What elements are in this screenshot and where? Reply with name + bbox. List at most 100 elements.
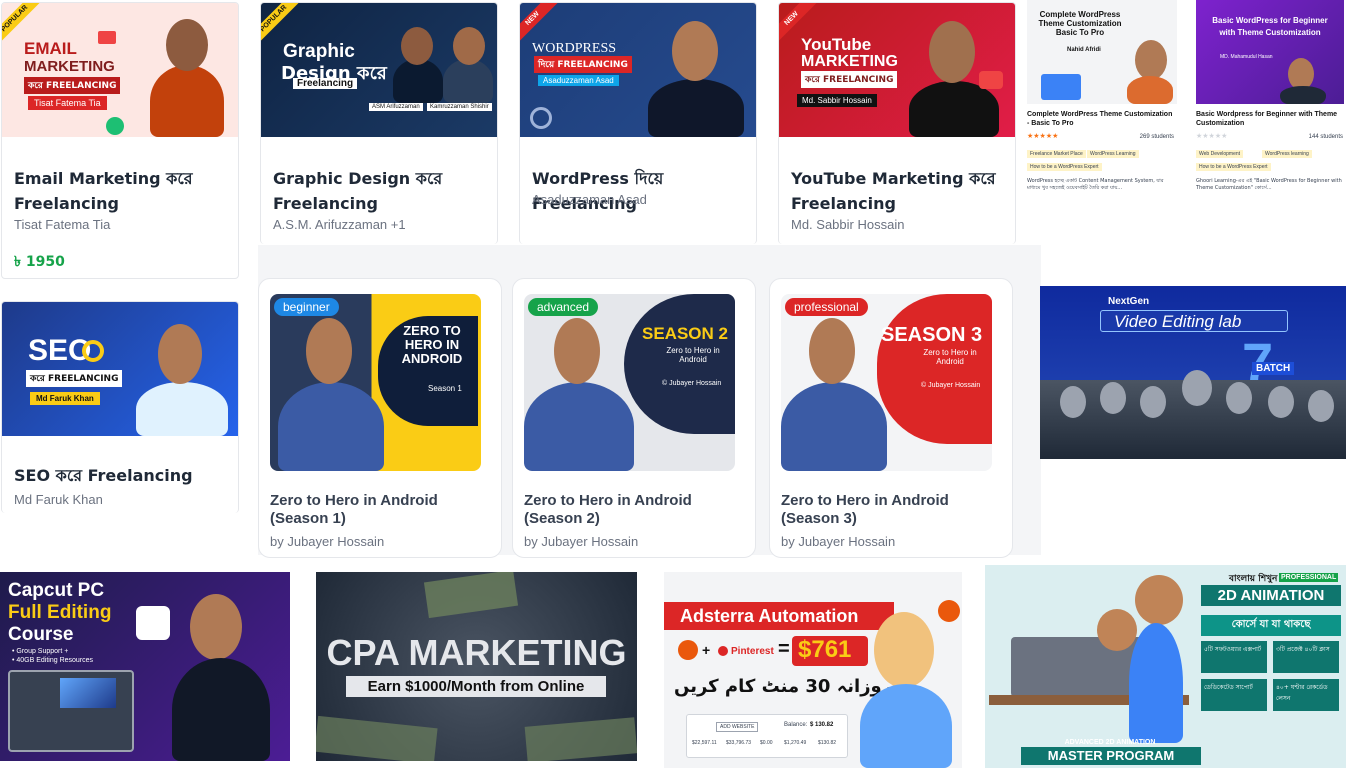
course-title[interactable]: WordPress দিয়ে Freelancing (532, 166, 746, 216)
course-title[interactable]: Email Marketing করে Freelancing (14, 166, 228, 216)
instructor-photo (1060, 386, 1086, 418)
wordpress-icon (530, 107, 552, 129)
banner-title: CPA MARKETING (326, 632, 627, 673)
top-label: বাংলায় শিখুন (1229, 574, 1278, 584)
instructor-photo (150, 65, 224, 137)
video-editing-lab-banner[interactable]: NextGen Video Editing lab 7 BATCH (1040, 286, 1346, 459)
course-card-android-season-1[interactable]: beginner ZERO TO HERO IN ANDROID Season … (258, 278, 502, 558)
season-sub: Zero to Hero in Android (923, 348, 977, 366)
course-author: Md. Sabbir Hossain (791, 217, 905, 232)
adsterra-logo-icon (678, 640, 698, 660)
course-author: A.S.M. Arifuzzaman +1 (273, 217, 406, 232)
instructor-photo (1280, 86, 1326, 104)
course-card-email-marketing[interactable]: POPULAR EMAIL MARKETING করে FREELANCING … (1, 2, 239, 279)
course-title[interactable]: Graphic Design করে Freelancing (273, 166, 487, 216)
instructor-photo (809, 318, 855, 384)
course-tag[interactable]: How to be a WordPress Expert (1027, 163, 1102, 171)
thumb-name: Nahid Afridi (1067, 47, 1101, 53)
stat-value: $33,796.73 (726, 740, 752, 746)
instructor-photo (672, 21, 718, 81)
course-author: Md Faruk Khan (14, 492, 103, 507)
thumb-title: Complete WordPress Theme Customization B… (1038, 10, 1122, 37)
course-title[interactable]: Zero to Hero in Android (Season 3) (781, 492, 1001, 528)
person-photo (860, 684, 952, 768)
course-title[interactable]: YouTube Marketing করে Freelancing (791, 166, 1005, 216)
course-tag[interactable]: Freelance Market Place (1027, 150, 1086, 158)
banner-title: Adsterra Automation (680, 606, 859, 626)
season-text: ZERO TO HERO IN ANDROID (401, 323, 463, 366)
course-title[interactable]: SEO করে Freelancing (14, 463, 228, 488)
course-author: by Jubayer Hossain (270, 534, 385, 549)
instructor-photo (1268, 386, 1294, 418)
season-sub: Zero to Hero in Android (666, 346, 720, 364)
course-card-graphic-design[interactable]: POPULAR Graphic Design করে Freelancing A… (260, 2, 498, 244)
course-tag[interactable]: WordPress learning (1262, 150, 1312, 158)
course-card-basic-wordpress[interactable]: Basic WordPress for Beginner with Theme … (1196, 0, 1346, 190)
course-tag[interactable]: Web Development (1196, 150, 1244, 158)
capcut-course-banner[interactable]: Capcut PC Full Editing Course • Group Su… (0, 572, 290, 761)
course-card-wordpress[interactable]: NEW WORDPRESS দিয়ে FREELANCING Asaduzza… (519, 2, 757, 244)
laptop-icon (1041, 74, 1081, 100)
instructor-photo (1140, 386, 1166, 418)
instructor-photo (1100, 382, 1126, 414)
banner-subtitle: Earn $1000/Month from Online (346, 676, 606, 697)
course-thumbnail: POPULAR Graphic Design করে Freelancing A… (261, 3, 497, 137)
mail-icon (98, 31, 116, 44)
banner-title: 2D ANIMATION (1201, 585, 1341, 606)
course-title[interactable]: Zero to Hero in Android (Season 1) (270, 492, 490, 528)
stat-value: $130.82 (818, 740, 837, 746)
thumb-line: MARKETING (24, 58, 115, 75)
adsterra-automation-banner[interactable]: Adsterra Automation + Pinterest = $761 ر… (664, 572, 962, 768)
course-thumbnail: SEO করে FREELANCING Md Faruk Khan (2, 302, 238, 436)
instructor-photo (909, 81, 999, 137)
course-author: Asaduzzaman Asad (532, 192, 647, 207)
instructor-photo (1135, 40, 1167, 80)
course-thumbnail: NEW WORDPRESS দিয়ে FREELANCING Asaduzza… (520, 3, 756, 137)
feature-tile: ৪০+ ঘণ্টার রেকর্ডেড লেসন (1273, 679, 1339, 711)
course-card-android-season-2[interactable]: advanced SEASON 2 Zero to Hero in Androi… (512, 278, 756, 558)
level-badge: advanced (528, 298, 599, 316)
season-blob (624, 294, 735, 434)
money-decoration (316, 715, 438, 761)
course-card-android-season-3[interactable]: professional SEASON 3 Zero to Hero in An… (769, 278, 1013, 558)
course-thumbnail: professional SEASON 3 Zero to Hero in An… (781, 294, 992, 471)
season-text: SEASON 2 (642, 324, 728, 343)
instructor-photo (158, 324, 202, 384)
course-title[interactable]: Basic Wordpress for Beginner with Theme … (1196, 110, 1344, 128)
course-title[interactable]: Zero to Hero in Android (Season 2) (524, 492, 744, 528)
urdu-tagline: روزانہ 30 منٹ کام کریں (674, 676, 893, 697)
footer-line: ADVANCED 2D ANIMATION (1064, 739, 1156, 746)
thumb-line: Freelancing (293, 78, 358, 89)
course-thumbnail: advanced SEASON 2 Zero to Hero in Androi… (524, 294, 735, 471)
credit: © Jubayer Hossain (921, 382, 981, 389)
stat-value: $0.00 (760, 740, 773, 746)
instructor-photo (166, 19, 208, 71)
banner-bullet: • Group Support + (12, 648, 69, 655)
course-tag[interactable]: How to be a WordPress Expert (1196, 163, 1271, 171)
cpa-marketing-banner[interactable]: CPA MARKETING Earn $1000/Month from Onli… (316, 572, 637, 761)
batch-label: BATCH (1252, 362, 1295, 375)
course-card-youtube-marketing[interactable]: NEW YouTube MARKETING করে FREELANCING Md… (778, 2, 1016, 244)
character-illustration (1135, 575, 1183, 625)
course-card-wp-theme-customization[interactable]: Complete WordPress Theme Customization B… (1027, 0, 1177, 190)
instructor-photo (393, 59, 443, 103)
character-illustration (1097, 609, 1137, 651)
balance-label: Balance: (784, 722, 808, 728)
fiverr-icon (106, 117, 124, 135)
play-button-icon (979, 71, 1003, 89)
course-tag[interactable]: WordPress Learning (1087, 150, 1139, 158)
course-title[interactable]: Complete WordPress Theme Customization -… (1027, 110, 1175, 128)
thumb-line: MARKETING (801, 53, 898, 70)
adsterra-logo-icon (938, 600, 960, 622)
add-website-button[interactable]: ADD WEBSITE (716, 722, 759, 732)
thumb-line: দিয়ে FREELANCING (534, 56, 632, 73)
2d-animation-banner[interactable]: বাংলায় শিখুন PROFESSIONAL 2D ANIMATION … (985, 565, 1346, 768)
capcut-icon (136, 606, 170, 640)
course-card-seo[interactable]: SEO করে FREELANCING Md Faruk Khan SEO কর… (1, 301, 239, 513)
season-sub: Season 1 (428, 384, 462, 393)
instructor-photo (443, 59, 493, 103)
course-thumbnail: POPULAR EMAIL MARKETING করে FREELANCING … (2, 3, 238, 137)
character-illustration (1129, 623, 1183, 743)
banner-line: Full Editing (8, 602, 112, 623)
student-count: 269 students (1139, 134, 1174, 140)
